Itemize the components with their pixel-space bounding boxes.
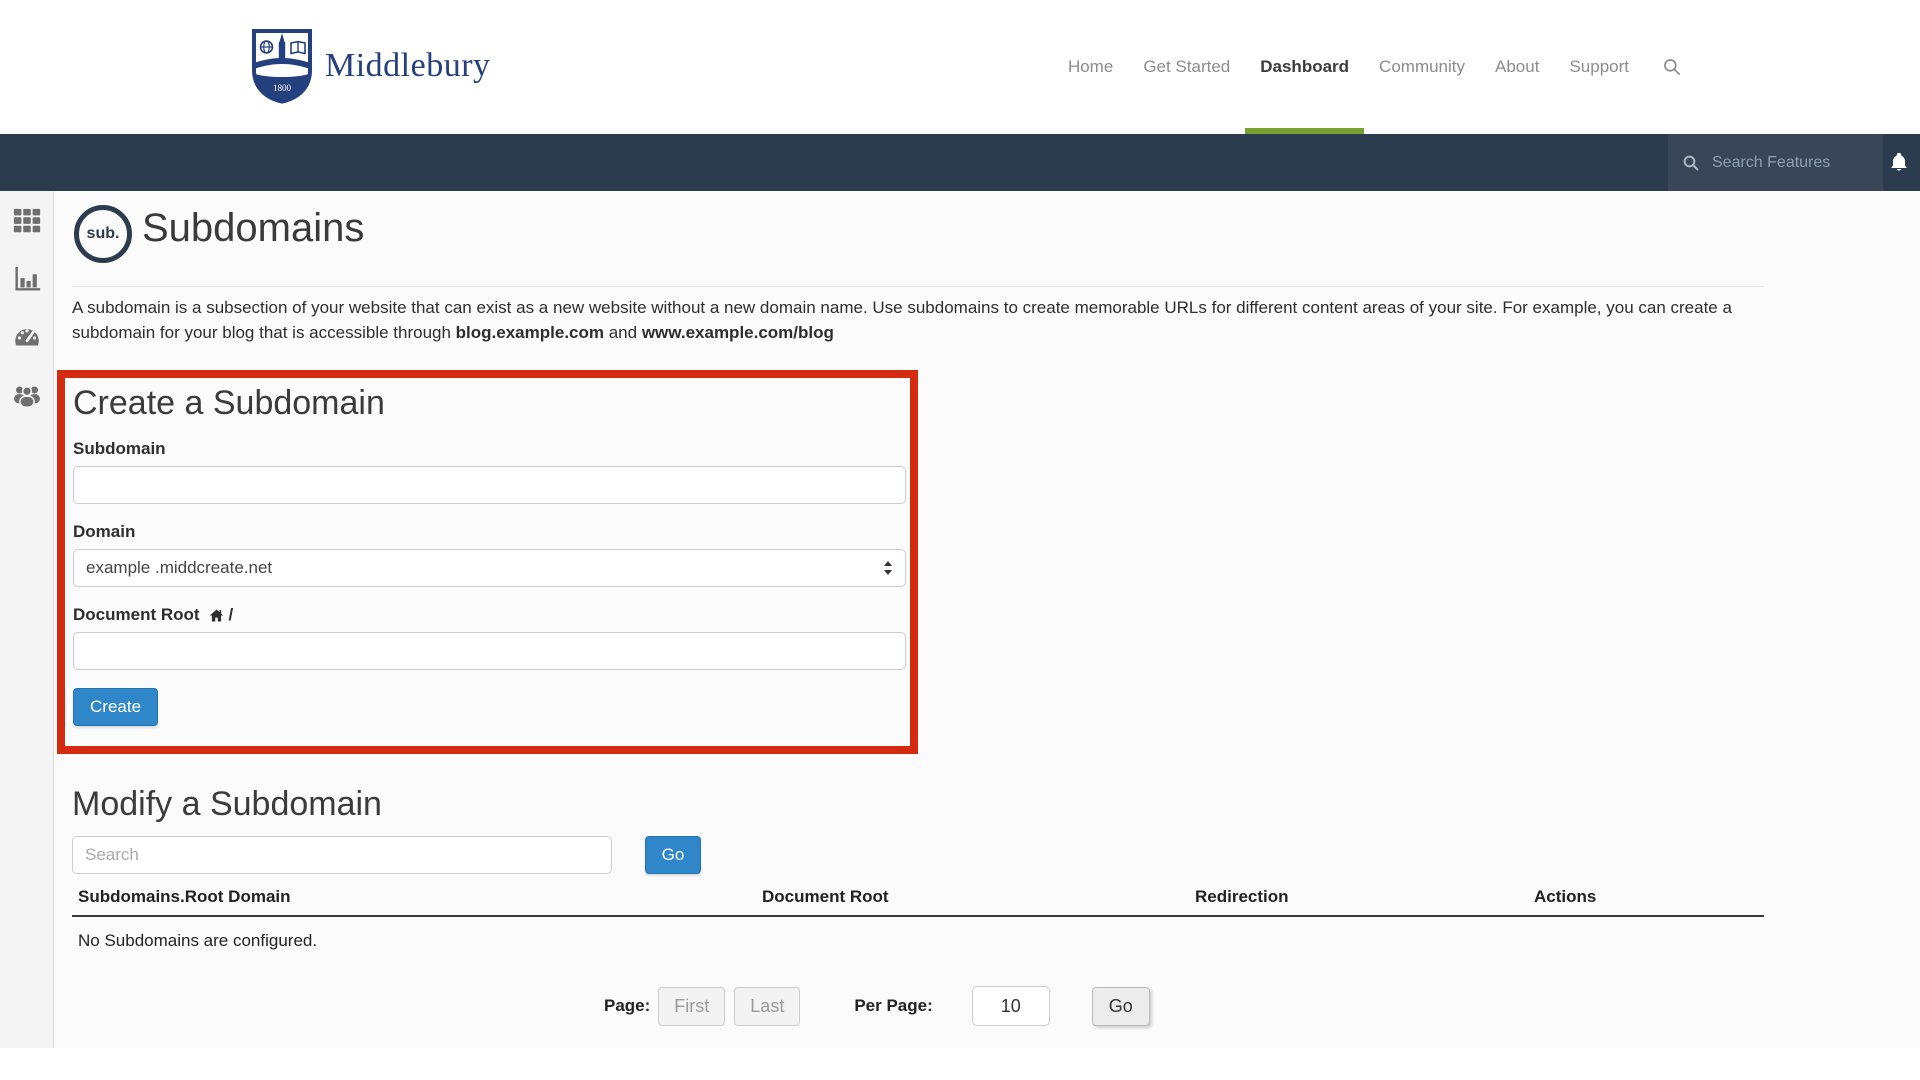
domain-label: Domain	[73, 522, 902, 542]
subdomain-input[interactable]	[73, 466, 906, 504]
middlebury-logo[interactable]: 1800 Middlebury	[251, 28, 491, 104]
site-nav: Home Get Started Dashboard Community Abo…	[1053, 0, 1692, 134]
document-root-label: Document Root /	[73, 605, 902, 625]
logo-year: 1800	[273, 83, 292, 93]
nav-item-get-started[interactable]: Get Started	[1128, 0, 1245, 134]
bar-chart-icon[interactable]	[12, 264, 42, 294]
nav-item-dashboard[interactable]: Dashboard	[1245, 0, 1364, 134]
notifications-bell-icon[interactable]	[1888, 151, 1910, 173]
subdomain-label: Subdomain	[73, 439, 902, 459]
logo-wordmark: Middlebury	[325, 47, 491, 85]
document-root-input[interactable]	[73, 632, 906, 670]
nav-item-community[interactable]: Community	[1364, 0, 1480, 134]
select-stepper-icon	[883, 560, 893, 576]
badge-text: sub.	[87, 225, 120, 243]
description-text: A subdomain is a subsection of your webs…	[72, 298, 1732, 342]
site-header: 1800 Middlebury Home Get Started Dashboa…	[0, 0, 1920, 134]
page-label: Page:	[604, 996, 650, 1016]
search-icon	[1662, 57, 1682, 77]
home-icon	[208, 607, 225, 624]
nav-item-home[interactable]: Home	[1053, 0, 1128, 134]
feature-bar: Search Features	[0, 134, 1920, 191]
column-header-redirection: Redirection	[1195, 887, 1534, 907]
column-header-actions: Actions	[1534, 887, 1764, 907]
users-icon[interactable]	[12, 380, 42, 410]
domain-label-text: Domain	[73, 522, 135, 542]
nav-item-support[interactable]: Support	[1554, 0, 1644, 134]
empty-table-message: No Subdomains are configured.	[78, 931, 317, 951]
main-content: sub. Subdomains A subdomain is a subsect…	[54, 191, 1920, 1048]
apps-grid-icon[interactable]	[12, 206, 42, 236]
modify-search-row: Go	[72, 836, 701, 874]
domain-select-value: example .middcreate.net	[86, 558, 272, 578]
app-shell: sub. Subdomains A subdomain is a subsect…	[0, 191, 1920, 1048]
per-page-label: Per Page:	[854, 996, 932, 1016]
column-header-root-domain: Subdomains.Root Domain	[78, 887, 762, 907]
description-example-url: www.example.com/blog	[642, 323, 834, 342]
nav-item-about[interactable]: About	[1480, 0, 1554, 134]
last-page-button[interactable]: Last	[734, 987, 800, 1026]
sidebar	[0, 191, 54, 1048]
document-root-label-text: Document Root	[73, 605, 200, 625]
document-root-suffix: /	[229, 605, 234, 625]
feature-search-placeholder: Search Features	[1712, 154, 1830, 172]
description-text: and	[604, 323, 642, 342]
title-divider	[72, 286, 1764, 287]
middlebury-shield-icon: 1800	[251, 28, 313, 104]
modify-heading: Modify a Subdomain	[72, 785, 382, 824]
modify-search-input[interactable]	[72, 836, 612, 874]
page-description: A subdomain is a subsection of your webs…	[72, 295, 1767, 345]
subdomains-badge-icon: sub.	[74, 205, 132, 263]
column-header-document-root: Document Root	[762, 887, 1195, 907]
pagination: Page: First Last Per Page: Go	[604, 986, 1150, 1026]
create-button[interactable]: Create	[73, 688, 158, 726]
per-page-go-button[interactable]: Go	[1092, 987, 1150, 1026]
search-icon	[1682, 154, 1700, 172]
modify-search-go-button[interactable]: Go	[645, 836, 701, 874]
header-search-button[interactable]	[1644, 0, 1692, 134]
description-example-domain: blog.example.com	[456, 323, 604, 342]
first-page-button[interactable]: First	[658, 987, 725, 1026]
page-title: Subdomains	[142, 199, 364, 257]
gauge-icon[interactable]	[12, 322, 42, 352]
create-subdomain-panel: Create a Subdomain Subdomain Domain exam…	[57, 370, 918, 754]
domain-select[interactable]: example .middcreate.net	[73, 549, 906, 587]
create-heading: Create a Subdomain	[73, 384, 902, 423]
per-page-input[interactable]	[972, 986, 1050, 1026]
subdomain-label-text: Subdomain	[73, 439, 166, 459]
feature-search[interactable]: Search Features	[1668, 134, 1883, 191]
subdomains-table-header: Subdomains.Root Domain Document Root Red…	[72, 887, 1764, 917]
